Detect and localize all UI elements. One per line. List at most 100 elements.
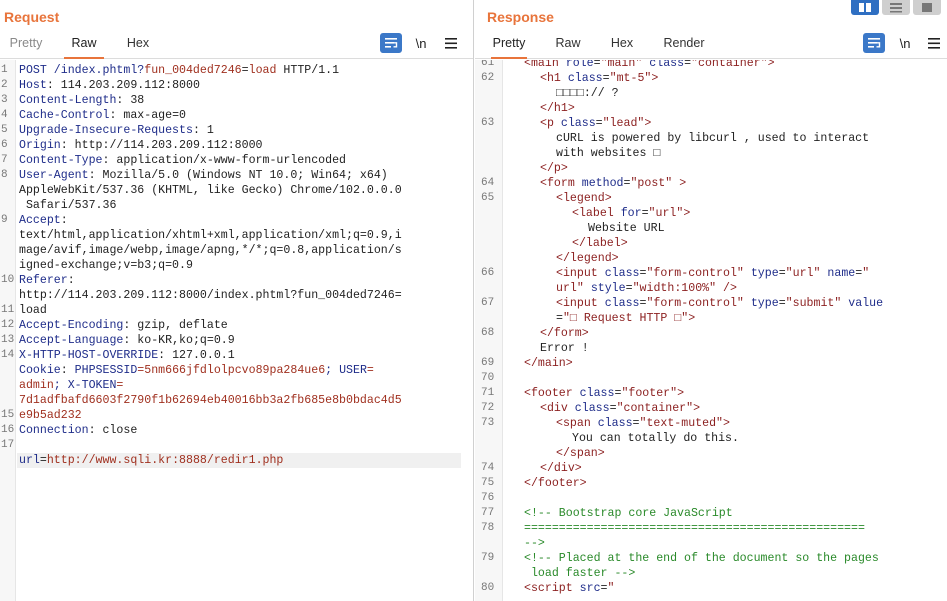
line-number: 70 (481, 372, 495, 384)
request-line: Upgrade-Insecure-Requests: 1 (19, 123, 214, 138)
hamburger-menu-icon[interactable] (925, 33, 943, 53)
single-pane-icon[interactable] (913, 0, 941, 15)
pretty-print-icon[interactable] (380, 33, 402, 53)
line-number: 76 (481, 492, 495, 504)
request-line: Accept: (19, 213, 68, 228)
code-token: Referer (19, 274, 68, 287)
code-token: > (677, 387, 685, 400)
request-line: http://114.203.209.112:8000/index.phtml?… (19, 288, 402, 303)
line-number: 14 (1, 349, 15, 361)
line-number: 63 (481, 117, 495, 129)
line-number: 68 (481, 327, 495, 339)
code-token: : 127.0.0.1 (158, 349, 235, 362)
code-token: = (602, 72, 610, 85)
code-token: : 114.203.209.112:8000 (46, 79, 200, 92)
line-number: 69 (481, 357, 495, 369)
code-token: = (600, 582, 608, 595)
tab-pretty[interactable]: Pretty (8, 36, 44, 59)
code-token: Accept (19, 214, 61, 227)
code-token: fun_004ded7246 (144, 64, 242, 77)
response-editor[interactable]: 61 62 63 64 65 66 67 68 69 70 71 72 73 74 75 76 77 78 79 80… (475, 60, 947, 601)
tab-hex[interactable]: Hex (609, 36, 635, 59)
split-horizontal-icon[interactable] (851, 0, 879, 15)
response-line: <h1 class="mt-5"> (508, 71, 658, 86)
code-token: igned-exchange;v=b3;q=0.9 (19, 259, 193, 272)
code-token: <input (556, 267, 605, 280)
response-line: </form> (508, 326, 589, 341)
code-token: <div (540, 402, 575, 415)
line-number: 15 (1, 409, 15, 421)
tab-raw[interactable]: Raw (64, 36, 104, 59)
code-token: e9b5ad232 (19, 409, 82, 422)
code-token: > (767, 60, 775, 70)
line-number: 1 (1, 64, 8, 76)
request-line: text/html,application/xhtml+xml,applicat… (19, 228, 402, 243)
code-token: http://www.sqli.kr:8888/redir1.php (46, 454, 284, 467)
response-line: <script src=" (508, 581, 614, 596)
response-line: <span class="text-muted"> (508, 416, 730, 431)
code-token: 7d1adfbafd6603f2790f1b62694eb40016bb3a2f… (19, 394, 402, 407)
code-token: = (778, 267, 786, 280)
hamburger-menu-icon[interactable] (442, 33, 460, 53)
code-token: : gzip, deflate (123, 319, 228, 332)
code-token: Accept-Language (19, 334, 124, 347)
code-token: class (604, 297, 640, 310)
code-token: class (597, 417, 633, 430)
tab-hex[interactable]: Hex (124, 36, 152, 59)
code-token: □□□□:// ? (556, 87, 619, 100)
line-number: 12 (1, 319, 15, 331)
code-token: Content-Type (19, 154, 103, 167)
code-token: POST /index.phtml? (19, 64, 145, 77)
code-token: =5nm666jfdlolpcvo89pa284ue6 (137, 364, 326, 377)
split-vertical-icon[interactable] (882, 0, 910, 15)
request-line: POST /index.phtml?fun_004ded7246=load HT… (19, 63, 339, 78)
newline-toggle[interactable]: \n (411, 33, 431, 53)
code-token: > (688, 312, 696, 325)
code-token: load faster --> (524, 567, 636, 580)
code-token: url" (556, 282, 584, 295)
response-line: </div> (508, 461, 582, 476)
code-token: class (574, 402, 610, 415)
request-line: User-Agent: Mozilla/5.0 (Windows NT 10.0… (19, 168, 388, 183)
tab-pretty[interactable]: Pretty (491, 36, 527, 59)
line-number: 10 (1, 274, 15, 286)
code-token: X-HTTP-HOST-OVERRIDE (19, 349, 159, 362)
code-token: class (560, 117, 596, 130)
tab-render[interactable]: Render (661, 36, 707, 59)
code-token: --> (524, 537, 545, 550)
code-token: <!-- Bootstrap core JavaScript (524, 507, 733, 520)
request-tabbar: Pretty Raw Hex (0, 32, 473, 59)
code-token: "submit" (785, 297, 842, 310)
request-line: Safari/537.36 (19, 198, 116, 213)
line-number: 62 (481, 72, 495, 84)
code-token: You can totally do this. (572, 432, 739, 445)
request-line: Origin: http://114.203.209.112:8000 (19, 138, 263, 153)
code-token: Safari/537.36 (19, 199, 117, 212)
line-number-gutter: 61 62 63 64 65 66 67 68 69 70 71 72 73 74 75 76 77 78 79 80 (475, 60, 503, 601)
code-token: for (620, 207, 642, 220)
response-line: <input class="form-control" type="submit… (508, 296, 883, 311)
code-token: <label (572, 207, 621, 220)
code-token: </legend> (556, 252, 619, 265)
code-token: = (632, 417, 640, 430)
request-line: X-HTTP-HOST-OVERRIDE: 127.0.0.1 (19, 348, 235, 363)
tab-raw[interactable]: Raw (555, 36, 581, 59)
code-token: class (567, 72, 603, 85)
line-number: 72 (481, 402, 495, 414)
request-editor[interactable]: 1 2 3 4 5 6 7 8 9 10 11 12 13 14 15 16 17 POST /index.ph… (0, 60, 473, 601)
code-token: : Mozilla/5.0 (Windows NT 10.0; Win64; x… (88, 169, 388, 182)
code-token: > (651, 72, 659, 85)
line-number: 64 (481, 177, 495, 189)
request-line: load (19, 303, 47, 318)
code-token: "mt-5" (609, 72, 652, 85)
line-number: 11 (1, 304, 15, 316)
line-number: 4 (1, 109, 8, 121)
newline-toggle[interactable]: \n (895, 33, 915, 53)
line-number: 80 (481, 582, 495, 594)
request-line: Connection: close (19, 423, 137, 438)
code-token: : close (88, 424, 138, 437)
response-line: cURL is powered by libcurl , used to int… (508, 131, 869, 146)
request-line: Accept-Encoding: gzip, deflate (19, 318, 228, 333)
pretty-print-icon[interactable] (863, 33, 885, 53)
code-token: Cookie (19, 364, 61, 377)
